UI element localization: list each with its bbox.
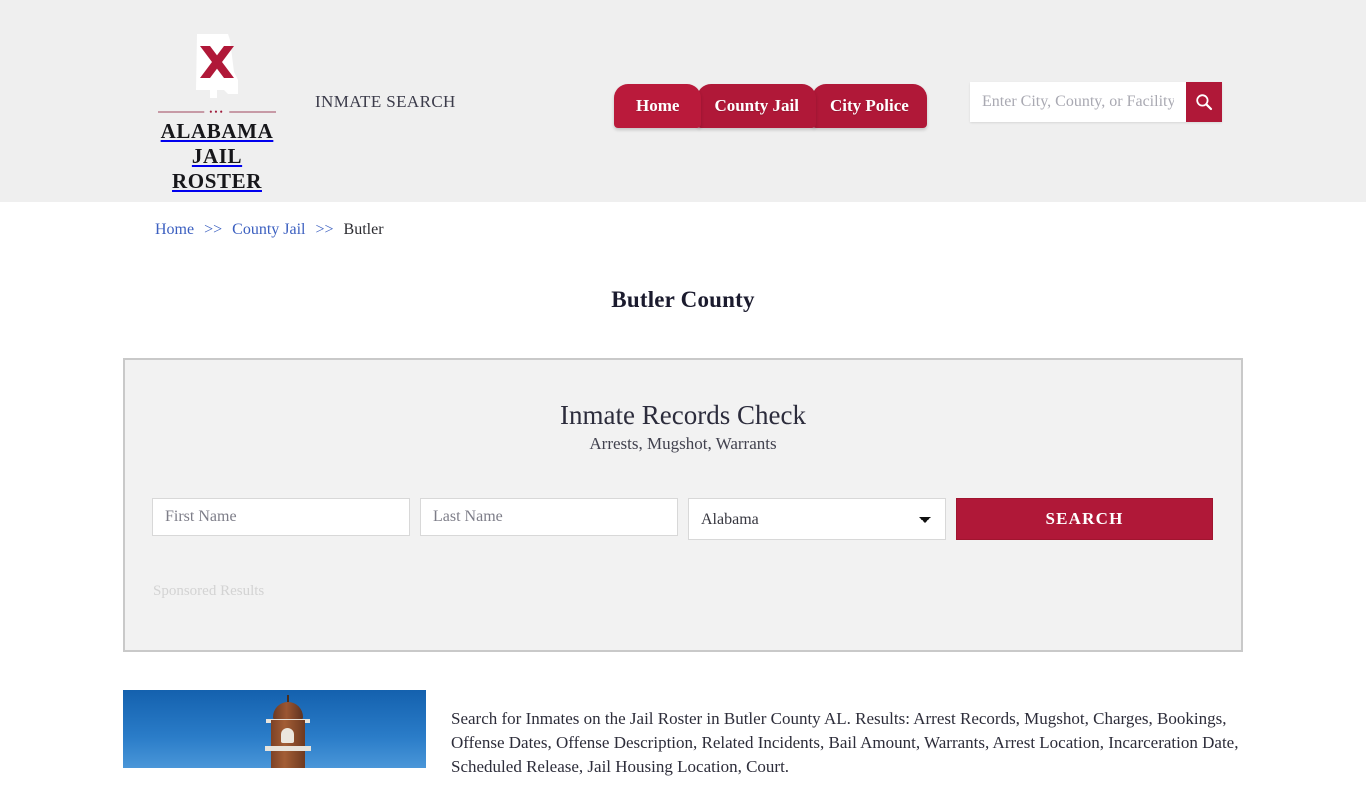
logo-line2: JAIL ROSTER [172,144,262,193]
alabama-state-flag-icon [196,34,238,98]
breadcrumb-item-current: Butler [343,221,384,238]
county-content-row: Search for Inmates on the Jail Roster in… [123,690,1243,796]
panel-heading: Inmate Records Check [560,400,806,430]
county-courthouse-image [123,690,426,768]
logo-divider: ••• [152,106,282,118]
breadcrumb-item-home[interactable]: Home [155,221,194,238]
breadcrumb-separator: >> [315,221,334,238]
inmate-records-panel: Inmate Records Check Arrests, Mugshot, W… [123,358,1243,652]
site-logo[interactable]: ••• ALABAMA JAIL ROSTER [152,32,282,194]
county-description: Search for Inmates on the Jail Roster in… [451,709,1239,776]
last-name-input[interactable] [420,498,678,536]
breadcrumb: Home >> County Jail >> Butler [155,221,384,239]
page-title: Butler County [611,287,755,313]
header-search-input[interactable] [970,82,1186,122]
nav-item-city-police[interactable]: City Police [811,84,927,128]
inmate-search-form: AlabamaAlaskaArizonaArkansasCalifornia S… [152,498,1216,540]
logo-line1: ALABAMA [160,119,274,143]
nav-item-county-jail[interactable]: County Jail [697,84,816,128]
site-header: ••• ALABAMA JAIL ROSTER INMATE SEARCH Ho… [0,0,1366,202]
nav-item-home[interactable]: Home [614,84,702,128]
header-search-form [970,82,1222,122]
sponsored-results-label: Sponsored Results [153,583,265,599]
main-navigation: Home County Jail City Police [614,78,927,128]
panel-subheading: Arrests, Mugshot, Warrants [589,434,777,453]
breadcrumb-item-county-jail[interactable]: County Jail [232,221,305,238]
inmate-search-button[interactable]: SEARCH [956,498,1213,540]
logo-dots: ••• [204,107,230,117]
site-tagline: INMATE SEARCH [315,92,456,111]
search-icon [1196,94,1213,111]
breadcrumb-separator: >> [204,221,223,238]
first-name-input[interactable] [152,498,410,536]
header-search-button[interactable] [1186,82,1222,122]
state-select[interactable]: AlabamaAlaskaArizonaArkansasCalifornia [688,498,946,540]
